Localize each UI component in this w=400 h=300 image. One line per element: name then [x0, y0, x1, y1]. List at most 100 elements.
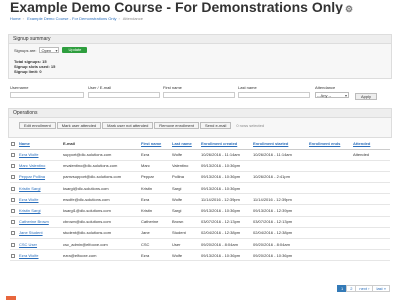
- edit-enrollment-button[interactable]: Edit enrollment: [19, 122, 56, 129]
- cell-email: support@dlc-solutions.com: [62, 149, 140, 161]
- send-email-button[interactable]: Send e-mail: [199, 122, 232, 129]
- user-name-link[interactable]: Ezra Wolfe: [19, 152, 39, 157]
- cell-email: mvalentino@dlc-solutions.com: [62, 160, 140, 172]
- user-name-link[interactable]: Jane Student: [19, 230, 43, 235]
- table-row[interactable]: Catherine Brown cbrown@dlc-solutions.com C…: [10, 216, 390, 228]
- row-checkbox[interactable]: [11, 220, 15, 225]
- user-name-link[interactable]: Ezra Wolfe: [19, 253, 39, 258]
- row-checkbox[interactable]: [11, 208, 15, 213]
- update-button[interactable]: Update: [62, 47, 88, 53]
- remove-enrollment-button[interactable]: Remove enrollment: [154, 122, 199, 129]
- cell-ends: [308, 182, 352, 195]
- mark-not-attended-button[interactable]: Mark user not attended: [102, 122, 154, 129]
- select-all-checkbox[interactable]: [11, 141, 15, 146]
- cell-attended: Attended: [352, 149, 390, 161]
- firstname-input[interactable]: [163, 92, 235, 98]
- page-last-link[interactable]: last »: [372, 285, 390, 292]
- user-name-link[interactable]: Marc Valentino: [19, 163, 45, 168]
- footer-badge-icon: [6, 296, 16, 300]
- table-row[interactable]: Peppar Pollina pamvsupport@dlc-solutions.…: [10, 171, 390, 184]
- cell-started: 09/20/2016 - 8:04am: [252, 238, 308, 251]
- cell-name: Ezra Wolfe: [18, 249, 62, 262]
- cell-ends: [308, 193, 352, 206]
- cell-name: Ezra Wolfe: [18, 193, 62, 206]
- attendance-select[interactable]: -- Any --: [315, 92, 349, 98]
- signup-limit: Signup limit: 0: [14, 69, 42, 74]
- header-attended[interactable]: Attended: [352, 138, 390, 150]
- cell-email: csc_admin@elfooxe.com: [62, 238, 140, 251]
- filter-form: Username User / E-mail First name Last n…: [10, 85, 390, 101]
- user-name-link[interactable]: Catherine Brown: [19, 219, 49, 224]
- row-checkbox[interactable]: [11, 186, 15, 191]
- user-name-link[interactable]: CSC User: [19, 242, 37, 247]
- table-row[interactable]: Ezra Wolfe ewolfe@dlc-solutions.com Ezra Wo…: [10, 193, 390, 206]
- cell-name: Ezra Wolfe: [18, 149, 62, 161]
- row-select-cell: [10, 238, 18, 251]
- cell-created: 03/07/2016 - 12:13pm: [200, 216, 252, 228]
- cell-name: Marc Valentino: [18, 160, 62, 172]
- apply-button[interactable]: Apply: [355, 93, 377, 100]
- breadcrumb-home[interactable]: Home: [10, 16, 21, 21]
- user-name-link[interactable]: Peppar Pollina: [19, 174, 45, 179]
- cell-attended: [352, 227, 390, 240]
- user-name-link[interactable]: Kristin Sargi: [19, 208, 41, 213]
- header-enrollment-started[interactable]: Enrollment started: [252, 138, 308, 150]
- row-checkbox[interactable]: [11, 242, 15, 247]
- cell-name: Peppar Pollina: [18, 171, 62, 184]
- operations-bar: Edit enrollment Mark user attended Mark …: [19, 122, 264, 129]
- cell-name: Kristin Sargi: [18, 204, 62, 217]
- cell-started: [252, 182, 308, 195]
- pagination: 1 2 next › last »: [336, 285, 390, 292]
- cell-lastname: Wolfe: [171, 149, 200, 161]
- row-checkbox[interactable]: [11, 253, 15, 258]
- table-row[interactable]: Kristin Sargi ksargi@dlc-solutions.com Kri…: [10, 182, 390, 195]
- attendance-label: Attendance: [315, 85, 336, 90]
- cell-created: 09/20/2016 - 8:04am: [200, 238, 252, 251]
- table-row[interactable]: Ezra Wolfe support@dlc-solutions.com Ezra W…: [10, 149, 390, 161]
- lastname-filter: Last name: [238, 85, 310, 98]
- table-row[interactable]: Marc Valentino mvalentino@dlc-solutions.c…: [10, 160, 390, 172]
- header-name[interactable]: Name: [18, 138, 62, 150]
- operations-header: Operations: [9, 109, 391, 118]
- cell-lastname: Sargi: [171, 182, 200, 195]
- header-enrollment-ends[interactable]: Enrollment ends: [308, 138, 352, 150]
- table-row[interactable]: Jane Student student@dlc-solutions.com Jan…: [10, 227, 390, 240]
- header-firstname[interactable]: First name: [140, 138, 171, 150]
- operations-panel: Operations Edit enrollment Mark user att…: [8, 108, 392, 138]
- row-checkbox[interactable]: [11, 175, 15, 180]
- cell-attended: [352, 193, 390, 206]
- lastname-input[interactable]: [238, 92, 310, 98]
- table-row[interactable]: Kristin Sargi ksargi1@dlc-solutions.com Kr…: [10, 204, 390, 217]
- header-enrollment-created[interactable]: Enrollment created: [200, 138, 252, 150]
- row-checkbox[interactable]: [11, 164, 15, 169]
- username-input[interactable]: [10, 92, 84, 98]
- page-next-link[interactable]: next ›: [355, 285, 374, 292]
- cell-firstname: CSC: [140, 238, 171, 251]
- cell-firstname: Catherine: [140, 216, 171, 228]
- header-lastname[interactable]: Last name: [171, 138, 200, 150]
- gear-icon[interactable]: ⚙: [345, 4, 353, 14]
- email-input[interactable]: [88, 92, 160, 98]
- row-checkbox[interactable]: [11, 153, 15, 158]
- cell-created: 02/04/2016 - 12:38pm: [200, 227, 252, 240]
- row-checkbox[interactable]: [11, 197, 15, 202]
- cell-ends: [308, 160, 352, 172]
- email-filter: User / E-mail: [88, 85, 160, 98]
- cell-created: 10/26/2016 - 11:14am: [200, 149, 252, 161]
- cell-email: ezra@elfooxe.com: [62, 249, 140, 262]
- table-row[interactable]: CSC User csc_admin@elfooxe.com CSC User 09/2…: [10, 238, 390, 251]
- lastname-label: Last name: [238, 85, 257, 90]
- row-checkbox[interactable]: [11, 231, 15, 236]
- cell-attended: [352, 249, 390, 262]
- table-row[interactable]: Ezra Wolfe ezra@elfooxe.com Ezra Wolfe 09/13…: [10, 249, 390, 262]
- cell-ends: [308, 249, 352, 262]
- user-name-link[interactable]: Kristin Sargi: [19, 186, 41, 191]
- signup-status-select[interactable]: Open: [39, 47, 60, 53]
- cell-firstname: Kristin: [140, 182, 171, 195]
- mark-attended-button[interactable]: Mark user attended: [56, 122, 102, 129]
- breadcrumb-course[interactable]: Example Demo Course - For Demonstrations…: [27, 16, 116, 21]
- row-select-cell: [10, 216, 18, 228]
- user-name-link[interactable]: Ezra Wolfe: [19, 197, 39, 202]
- cell-created: 09/13/2016 - 10:36pm: [200, 249, 252, 262]
- cell-name: Jane Student: [18, 227, 62, 240]
